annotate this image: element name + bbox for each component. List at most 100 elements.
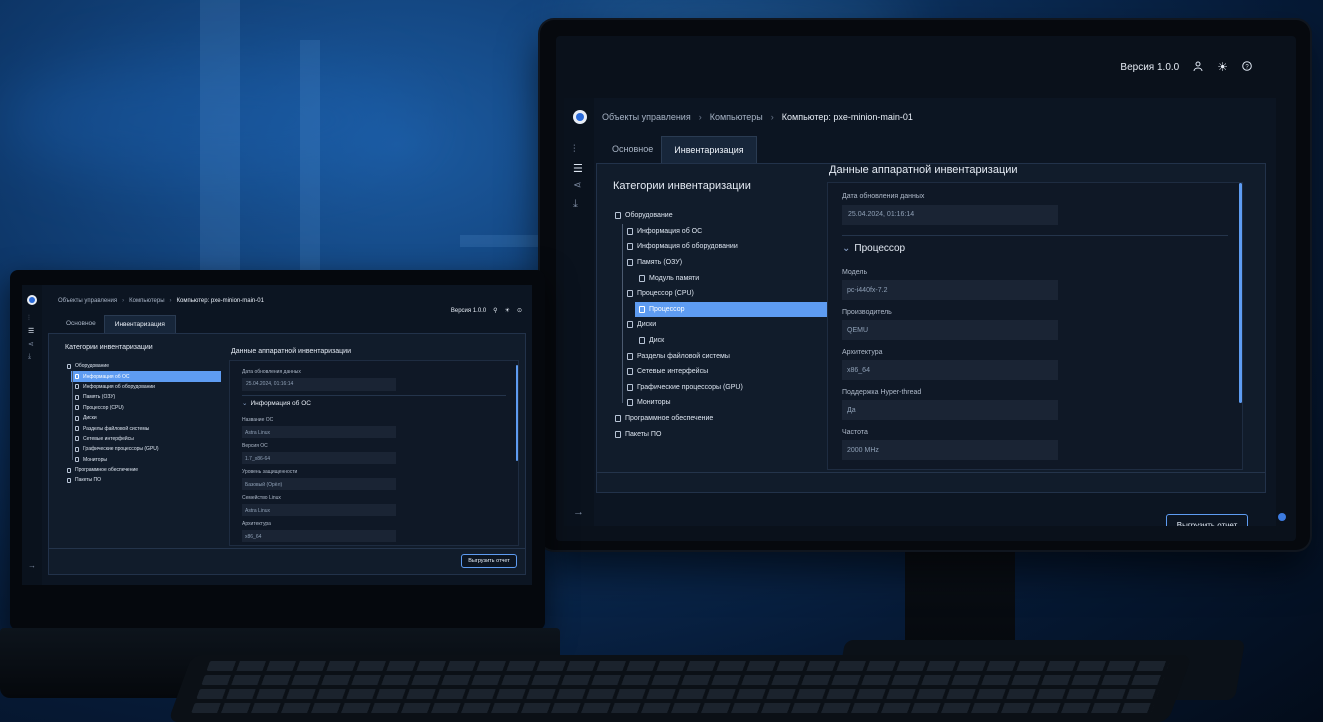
section-header[interactable]: ⌄ Процессор <box>842 243 905 254</box>
tree-node[interactable]: Мониторы <box>613 395 833 411</box>
share-icon[interactable]: ⋖ <box>28 340 34 348</box>
download-icon[interactable]: ⤓ <box>573 198 578 211</box>
document-icon <box>615 212 621 220</box>
tree-node[interactable]: Диски <box>65 413 221 423</box>
tree-node[interactable]: Графические процессоры (GPU) <box>613 380 833 396</box>
document-icon <box>627 352 633 360</box>
document-icon <box>75 436 79 442</box>
chevron-right-icon: › <box>169 298 172 304</box>
detail-card: Дата обновления данных 25.04.2024, 01:16… <box>827 182 1243 470</box>
tree-node[interactable]: Графические процессоры (GPU) <box>65 444 221 454</box>
tree-node[interactable]: Программное обеспечение <box>613 411 833 427</box>
side-rail: ⫶ ☰ ⋖ ⤓ → <box>22 285 42 585</box>
field-label: Производитель <box>842 309 892 316</box>
tree-node[interactable]: Процессор <box>635 301 833 318</box>
export-report-button[interactable]: Выгрузить отчет <box>1166 514 1248 526</box>
arrow-right-icon[interactable]: → <box>28 561 36 570</box>
tree-node-label: Диски <box>637 321 657 329</box>
tree-node[interactable]: Процессор (CPU) <box>65 403 221 413</box>
share-icon[interactable]: ⋖ <box>573 180 581 191</box>
tree-node-label: Пакеты ПО <box>75 477 101 484</box>
list-icon[interactable]: ☰ <box>28 327 34 335</box>
tree-node[interactable]: Диск <box>613 333 833 349</box>
section-title: Информация об ОС <box>250 399 311 407</box>
tree-title: Категории инвентаризации <box>65 344 153 351</box>
sun-icon[interactable]: ☀ <box>505 307 510 314</box>
sliders-icon[interactable]: ⫶ <box>573 144 576 155</box>
tree-node[interactable]: Информация об оборудовании <box>65 382 221 392</box>
tree-node[interactable]: Разделы файловой системы <box>65 423 221 433</box>
tree-node[interactable]: Модуль памяти <box>613 270 833 286</box>
arrow-right-icon[interactable]: → <box>573 506 584 518</box>
field-label: Поддержка Hyper-thread <box>842 389 922 396</box>
tree-connector <box>72 371 73 460</box>
tree-node[interactable]: Сетевые интерфейсы <box>613 364 833 380</box>
chevron-right-icon: › <box>122 298 125 304</box>
field-value: 1.7_x86-64 <box>242 452 396 464</box>
document-icon <box>67 467 71 473</box>
tree-node[interactable]: Программное обеспечение <box>65 465 221 475</box>
tree-node[interactable]: Диски <box>613 317 833 333</box>
field-label: Модель <box>842 269 868 276</box>
tree-node[interactable]: Память (ОЗУ) <box>65 392 221 402</box>
scrollbar[interactable] <box>516 365 518 461</box>
document-icon <box>639 274 645 282</box>
tree-node-label: Графические процессоры (GPU) <box>83 446 159 453</box>
tree-node-label: Память (ОЗУ) <box>83 394 116 401</box>
app-logo-icon[interactable] <box>573 110 587 124</box>
download-icon[interactable]: ⤓ <box>28 353 31 361</box>
tree-node-label: Диск <box>649 337 665 345</box>
tree-node-label: Модуль памяти <box>649 274 700 282</box>
help-icon[interactable]: ⊙ <box>517 307 522 314</box>
list-icon[interactable]: ☰ <box>573 162 583 175</box>
breadcrumb-item[interactable]: Компьютеры <box>710 112 763 122</box>
tree-node[interactable]: Информация об ОС <box>71 371 221 382</box>
sliders-icon[interactable]: ⫶ <box>28 315 30 323</box>
tree-node-label: Оборудование <box>75 363 110 370</box>
tree-node[interactable]: Процессор (CPU) <box>613 286 833 302</box>
tree-node[interactable]: Сетевые интерфейсы <box>65 434 221 444</box>
user-icon[interactable]: ⚲ <box>493 307 497 314</box>
sun-icon[interactable]: ☀ <box>1217 60 1228 74</box>
tree-node[interactable]: Информация об ОС <box>613 224 833 240</box>
tab-inventory[interactable]: Инвентаризация <box>661 136 757 163</box>
version-label: Версия 1.0.0 <box>450 307 487 314</box>
content-panel: Категории инвентаризации Оборудование Инф… <box>48 333 526 575</box>
tab-main[interactable]: Основное <box>604 136 661 163</box>
breadcrumb-item[interactable]: Компьютеры <box>129 298 164 304</box>
tree-node[interactable]: Память (ОЗУ) <box>613 255 833 271</box>
breadcrumb: Объекты управления › Компьютеры › Компью… <box>58 298 264 304</box>
scrollbar[interactable] <box>1239 183 1242 403</box>
tab-inventory[interactable]: Инвентаризация <box>103 315 176 333</box>
tree-node[interactable]: Оборудование <box>65 361 221 371</box>
detail-title: Данные аппаратной инвентаризации <box>829 164 1018 176</box>
field-value: Да <box>842 400 1058 420</box>
tree-node[interactable]: Разделы файловой системы <box>613 348 833 364</box>
keyboard-row <box>191 703 1155 713</box>
document-icon <box>639 305 645 313</box>
tree-node[interactable]: Оборудование <box>613 208 833 224</box>
user-icon[interactable] <box>1193 61 1203 74</box>
header-right: Версия 1.0.0 ⚲ ☀ ⊙ <box>450 307 522 315</box>
breadcrumb-item[interactable]: Объекты управления <box>602 112 691 122</box>
section-header[interactable]: ⌄ Информация об ОС <box>242 399 311 408</box>
help-icon[interactable]: ? <box>1242 60 1252 74</box>
tree-node-label: Процессор <box>649 305 685 313</box>
tab-main[interactable]: Основное <box>58 315 104 333</box>
tree-node[interactable]: Информация об оборудовании <box>613 239 833 255</box>
field-value: 2000 MHz <box>842 440 1058 460</box>
background-server-rack <box>300 40 320 280</box>
tree-node-label: Информация об ОС <box>83 373 130 380</box>
tree-node[interactable]: Мониторы <box>65 455 221 465</box>
field-value: x86_64 <box>242 530 396 542</box>
field-value: pc-i440fx-7.2 <box>842 280 1058 300</box>
updated-label: Дата обновления данных <box>842 193 925 200</box>
app-logo-icon[interactable] <box>27 295 37 305</box>
section-title: Процессор <box>854 243 906 254</box>
document-icon <box>627 383 633 391</box>
export-report-button[interactable]: Выгрузить отчет <box>461 554 517 568</box>
tree-node[interactable]: Пакеты ПО <box>65 475 221 485</box>
breadcrumb-item[interactable]: Объекты управления <box>58 298 117 304</box>
updated-label: Дата обновления данных <box>242 369 301 375</box>
tree-node[interactable]: Пакеты ПО <box>613 426 833 442</box>
